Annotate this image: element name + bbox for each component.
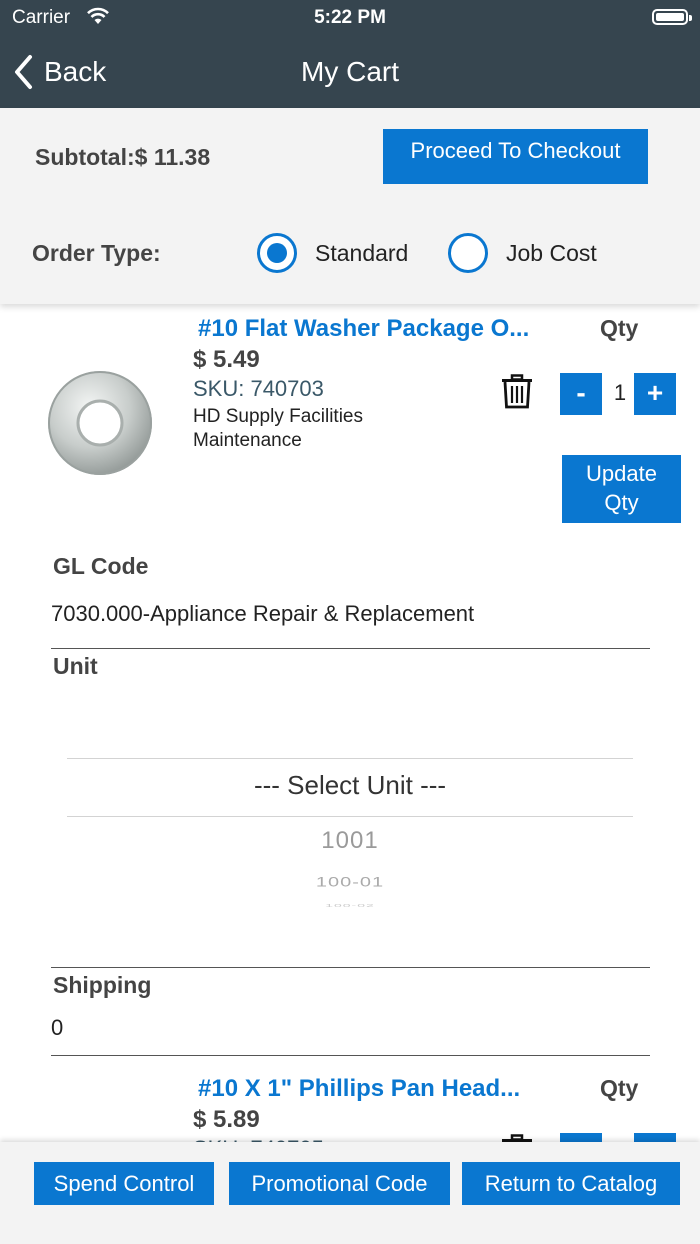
picker-selected-value[interactable]: --- Select Unit --- (67, 770, 633, 801)
item-sku: SKU: 740703 (193, 376, 324, 401)
qty-label: Qty (600, 1075, 639, 1101)
job-cost-radio-label[interactable]: Job Cost (506, 240, 597, 267)
increase-qty-button[interactable]: + (634, 373, 676, 415)
qty-label: Qty (600, 315, 639, 341)
divider (51, 1055, 650, 1056)
promotional-code-button[interactable]: Promotional Code (229, 1162, 450, 1205)
navigation-bar: Back My Cart (0, 36, 700, 108)
spend-control-button[interactable]: Spend Control (34, 1162, 214, 1205)
picker-option[interactable]: 100-01 (67, 874, 633, 890)
divider (51, 648, 650, 649)
item-vendor: HD Supply Facilities Maintenance (193, 406, 363, 451)
picker-selection-bottom-line (67, 816, 633, 817)
picker-option[interactable]: 1001 (67, 827, 633, 855)
shipping-field[interactable]: 0 (51, 1015, 63, 1041)
trash-icon[interactable] (500, 374, 534, 415)
flat-washer-image (47, 370, 153, 476)
decrease-qty-button[interactable]: - (560, 373, 602, 415)
cart-summary: Subtotal:$ 11.38 Proceed To Checkout Ord… (0, 108, 700, 304)
standard-radio-label[interactable]: Standard (315, 240, 408, 267)
item-price: $ 5.89 (193, 1106, 260, 1133)
item-name-link[interactable]: #10 Flat Washer Package O... (198, 315, 529, 343)
picker-selection-top-line (67, 758, 633, 759)
return-to-catalog-button[interactable]: Return to Catalog (462, 1162, 680, 1205)
divider (51, 967, 650, 968)
status-bar: Carrier 5:22 PM (0, 0, 700, 36)
update-qty-button[interactable]: Update Qty (562, 455, 681, 523)
shipping-label: Shipping (53, 972, 152, 998)
item-price: $ 5.49 (193, 346, 260, 373)
qty-value: 1 (613, 380, 627, 405)
unit-label: Unit (53, 653, 98, 679)
update-qty-label-line1: Update (586, 461, 657, 486)
bottom-action-bar: Spend Control Promotional Code Return to… (0, 1142, 700, 1244)
item-name-link[interactable]: #10 X 1" Phillips Pan Head... (198, 1075, 520, 1103)
radio-selected-dot (267, 243, 287, 263)
clock: 5:22 PM (314, 7, 386, 28)
subtotal: Subtotal:$ 11.38 (35, 144, 211, 170)
picker-option[interactable]: 100-02 (67, 902, 633, 908)
gl-code-field[interactable]: 7030.000-Appliance Repair & Replacement (51, 601, 474, 627)
gl-code-label: GL Code (53, 553, 149, 579)
update-qty-label-line2: Qty (604, 490, 639, 515)
order-type-label: Order Type: (32, 240, 161, 266)
standard-radio[interactable] (257, 233, 297, 273)
battery-icon (652, 9, 692, 25)
job-cost-radio[interactable] (448, 233, 488, 273)
page-title: My Cart (301, 56, 399, 87)
proceed-to-checkout-button[interactable]: Proceed To Checkout (383, 129, 648, 184)
